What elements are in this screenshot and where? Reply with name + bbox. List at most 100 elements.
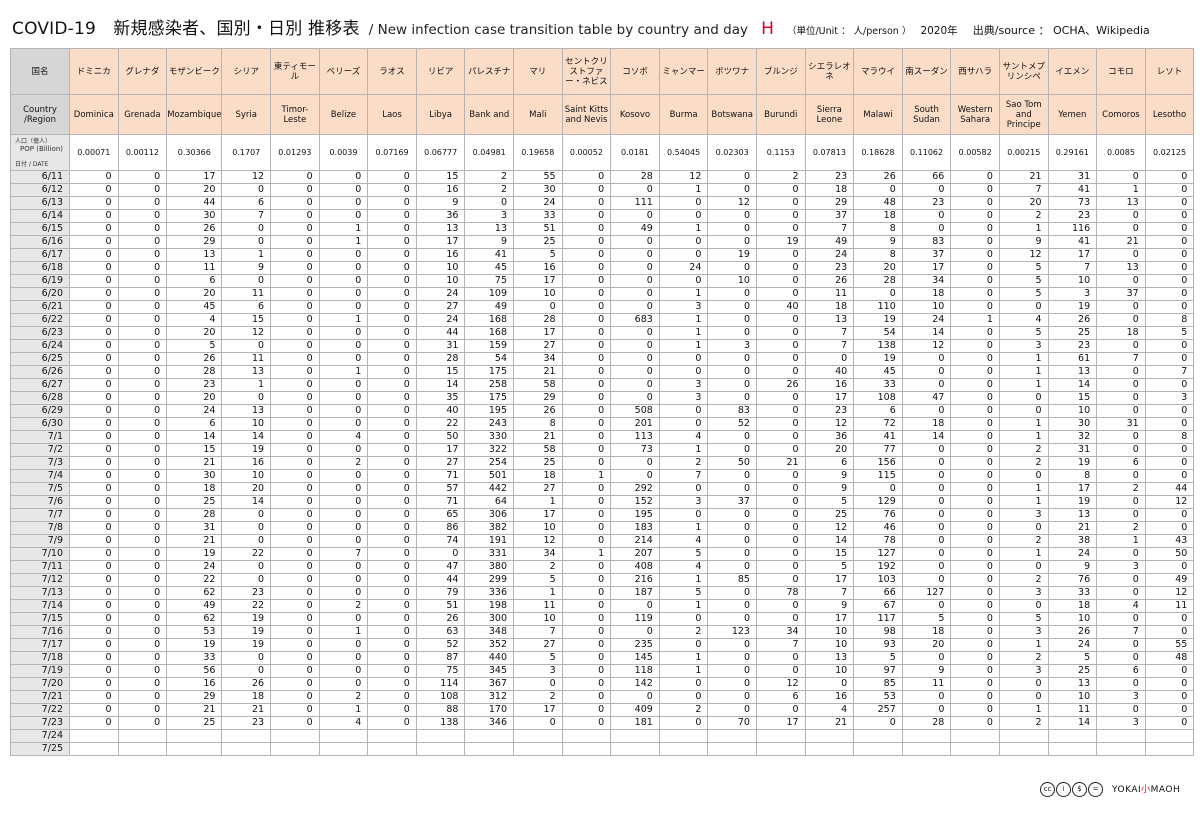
case-count-cell: 15 [804,547,855,561]
country-name-ja: シリア [221,48,272,95]
case-count-cell: 1 [318,313,369,327]
case-count-cell: 0 [901,482,952,496]
case-count-cell: 12 [221,326,272,340]
case-count-cell [755,729,806,743]
case-count-cell: 21 [513,430,563,444]
case-count-cell: 13 [1047,677,1098,691]
case-count-cell: 0 [610,183,660,197]
case-count-cell: 0 [270,495,320,509]
case-count-cell: 9 [804,469,855,483]
date-cell: 7/15 [10,612,70,626]
case-count-cell: 0 [610,274,660,288]
case-count-cell: 4 [166,313,223,327]
case-count-cell: 6 [1096,456,1146,470]
case-count-cell: 0 [1096,339,1146,353]
case-count-cell: 13 [1096,196,1146,210]
case-count-cell: 0 [318,170,369,184]
case-count-cell: 29 [166,235,223,249]
case-count-cell: 1 [950,313,1000,327]
table-row: 6/18 0 0 11 9 0 0 0 10 45 16 0 0 24 0 0 23 20 17 0 5 7 13 0 [10,261,1195,275]
case-count-cell: 0 [318,482,369,496]
case-count-cell: 0 [707,638,757,652]
case-count-cell: 0 [117,443,168,457]
case-count-cell [513,729,563,743]
case-count-cell: 28 [853,274,903,288]
case-count-cell: 0 [117,209,168,223]
case-count-cell: 0 [561,378,612,392]
case-count-cell: 258 [464,378,515,392]
case-count-cell: 0 [318,274,369,288]
case-count-cell: 0 [318,378,369,392]
case-count-cell: 0 [367,573,417,587]
date-cell: 7/20 [10,677,70,691]
case-count-cell: 408 [610,560,660,574]
case-count-cell: 0 [901,651,952,665]
case-count-cell: 0 [69,521,119,535]
case-count-cell: 0 [658,248,709,262]
case-count-cell: 0 [755,391,806,405]
case-count-cell: 75 [415,664,466,678]
case-count-cell: 0 [755,651,806,665]
case-count-cell [707,742,757,756]
case-count-cell: 0 [1144,274,1195,288]
case-count-cell: 0 [755,404,806,418]
country-population: 0.00052 [561,134,612,171]
case-count-cell: 0 [707,430,757,444]
case-count-cell: 195 [610,508,660,522]
case-count-cell: 0 [117,326,168,340]
case-count-cell: 0 [1144,443,1195,457]
case-count-cell: 47 [901,391,952,405]
case-count-cell: 0 [755,573,806,587]
case-count-cell: 25 [513,235,563,249]
case-count-cell: 0 [367,495,417,509]
table-row: 7/19 0 0 56 0 0 0 0 75 345 3 0 118 1 0 0 10 97 9 0 3 25 6 0 [10,664,1195,678]
case-count-cell: 63 [415,625,466,639]
case-count-cell: 0 [117,521,168,535]
by-icon: i [1056,782,1071,797]
case-count-cell: 1 [998,547,1049,561]
case-count-cell: 0 [367,443,417,457]
date-cell: 7/6 [10,495,70,509]
case-count-cell: 17 [804,391,855,405]
case-count-cell: 0 [998,521,1049,535]
case-count-cell: 2 [464,183,515,197]
nd-icon: = [1088,782,1103,797]
case-count-cell [221,729,272,743]
case-count-cell: 0 [117,547,168,561]
case-count-cell: 13 [1047,365,1098,379]
table-row: 6/27 0 0 23 1 0 0 0 14 258 58 0 0 3 0 26 16 33 0 0 1 14 0 0 [10,378,1195,392]
case-count-cell: 0 [318,573,369,587]
case-count-cell: 43 [1144,534,1195,548]
country-population: 0.0181 [610,134,660,171]
case-count-cell: 22 [166,573,223,587]
case-count-cell: 0 [658,352,709,366]
date-cell: 7/1 [10,430,70,444]
case-count-cell: 67 [853,599,903,613]
case-count-cell: 0 [658,274,709,288]
case-count-cell: 0 [117,378,168,392]
case-count-cell: 0 [707,378,757,392]
case-count-cell: 0 [950,196,1000,210]
date-cell: 6/20 [10,287,70,301]
case-count-cell: 0 [561,170,612,184]
case-count-cell: 18 [804,183,855,197]
case-count-cell: 0 [69,378,119,392]
case-count-cell: 0 [270,625,320,639]
case-count-cell: 0 [755,196,806,210]
country-name-en: Belize [318,94,369,135]
case-count-cell: 2 [513,560,563,574]
case-count-cell: 0 [69,651,119,665]
case-count-cell: 18 [1047,599,1098,613]
case-count-cell: 0 [270,287,320,301]
case-count-cell: 30 [166,209,223,223]
case-count-cell: 0 [1144,261,1195,275]
case-count-cell: 48 [853,196,903,210]
case-count-cell: 0 [318,521,369,535]
country-name-ja: イエメン [1047,48,1098,95]
date-cell: 6/22 [10,313,70,327]
country-name-en: Dominica [69,94,119,135]
case-count-cell: 1 [998,495,1049,509]
case-count-cell: 0 [561,248,612,262]
case-count-cell: 30 [1047,417,1098,431]
case-count-cell [950,729,1000,743]
